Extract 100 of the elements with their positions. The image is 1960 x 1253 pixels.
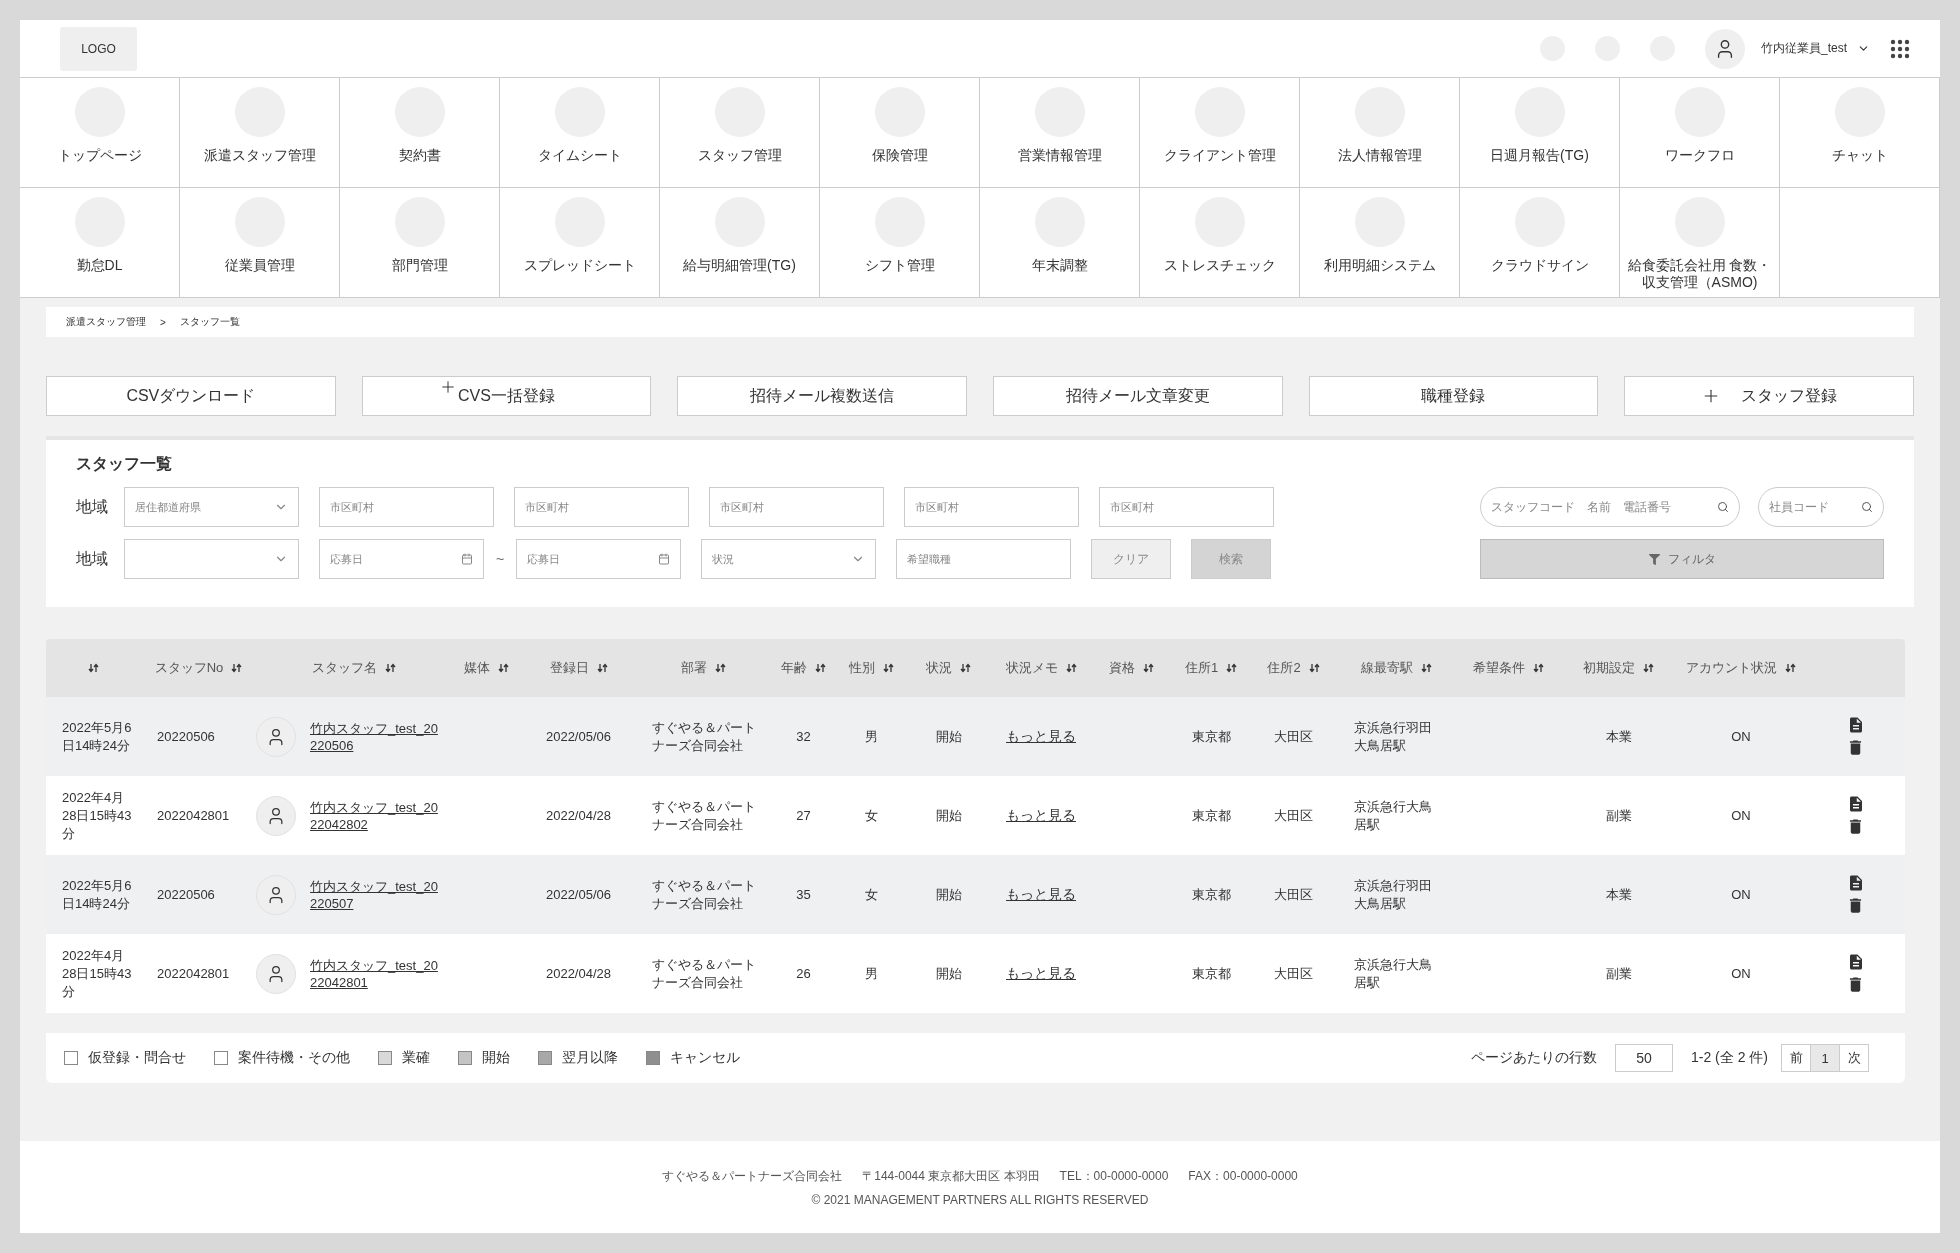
breadcrumb-item: スタッフ一覧 [179,315,240,329]
table-cell-text: 2022年5月6日14時24分 [61,718,133,755]
select-field[interactable]: 居住都道府県 [124,487,299,527]
sort-icon[interactable] [1533,663,1544,673]
nav-tile[interactable]: 勤怠DL [20,188,180,298]
select-field[interactable] [124,539,299,579]
table-cell-text: 開始 [934,964,963,983]
column-header: スタッフNo [154,659,224,677]
column-header: 状況 [926,659,952,677]
nav-tile[interactable]: チャット [1780,78,1940,188]
sort-icon[interactable] [1643,663,1654,673]
rows-per-page-label: ページあたりの行数 [1471,1049,1597,1067]
staff-name-link[interactable]: 竹内スタッフ_test_2022042802 [310,798,438,833]
staff-name-link[interactable]: 竹内スタッフ_test_20220507 [310,877,438,912]
sort-icon[interactable] [88,663,99,673]
action-button[interactable]: CVS一括登録 [361,376,652,416]
nav-tile[interactable]: 法人情報管理 [1300,78,1460,188]
legend-label: 翌月以降 [562,1049,618,1067]
nav-tile[interactable]: 契約書 [340,78,500,188]
sort-icon[interactable] [1065,663,1077,673]
sort-icon[interactable] [1142,663,1154,673]
more-link[interactable]: もっと見る [1006,885,1076,904]
page-range: 1-2 (全 2 件) [1691,1049,1768,1067]
more-link[interactable]: もっと見る [1006,806,1076,825]
apps-grid-icon[interactable] [1890,38,1910,59]
table-cell-text: 大田区 [1273,727,1314,746]
avatar [256,874,296,915]
nav-tile[interactable]: 営業情報管理 [980,78,1140,188]
nav-tile[interactable]: 従業員管理 [180,188,340,298]
rows-per-page-field[interactable]: 50 [1615,1044,1673,1072]
input-field[interactable]: 市区町村 [319,487,494,527]
prev-page-button[interactable]: 前 [1781,1044,1811,1072]
column-header: 性別 [848,659,875,677]
nav-tile[interactable]: 年末調整 [980,188,1140,298]
calendar-icon [461,553,473,565]
filter-button[interactable]: フィルタ [1480,539,1884,579]
date-field[interactable]: 応募日 [516,539,682,579]
filter-icon [1648,553,1660,565]
sort-icon[interactable] [815,663,826,673]
nav-tile[interactable]: スプレッドシート [500,188,660,298]
column-header: 初期設定 [1583,659,1635,677]
sort-icon[interactable] [384,663,396,673]
nav-tile[interactable]: スタッフ管理 [660,78,820,188]
sort-icon[interactable] [596,663,608,673]
nav-tile[interactable]: トップページ [20,78,180,188]
table-cell-text: 2022年5月6日14時24分 [61,876,133,913]
nav-tile[interactable]: 日週月報告(TG) [1460,78,1620,188]
sort-icon[interactable] [1420,663,1432,673]
sort-icon[interactable] [1226,663,1238,673]
action-button[interactable]: CSVダウンロード [46,376,336,416]
date-field[interactable]: 応募日 [319,539,484,579]
action-button[interactable]: 招待メール複数送信 [677,376,967,416]
page-button[interactable]: 1 [1810,1044,1840,1072]
sort-icon[interactable] [960,663,971,673]
filter-label: 地域 [76,496,109,517]
more-link[interactable]: もっと見る [1006,727,1076,746]
table-cell-text: 開始 [934,727,963,746]
nav-tile[interactable]: 派遣スタッフ管理 [180,78,340,188]
sort-icon[interactable] [497,663,509,673]
nav-tile[interactable]: タイムシート [500,78,660,188]
nav-tile[interactable]: 給食委託会社用 食数・収支管理（ASMO) [1620,188,1780,298]
user-name[interactable]: 竹内従業員_test [1761,40,1847,57]
legend-label: 仮登録・問合せ [88,1049,186,1067]
input-field[interactable]: 市区町村 [1099,487,1274,527]
column-header: 部署 [681,659,707,677]
sort-icon[interactable] [1308,663,1320,673]
input-field[interactable]: 市区町村 [904,487,1079,527]
action-button[interactable]: 職種登録 [1308,376,1599,416]
sort-icon[interactable] [1785,663,1796,673]
legend-label: キャンセル [670,1049,740,1067]
user-avatar[interactable] [1705,28,1745,69]
nav-tile[interactable]: ストレスチェック [1140,188,1300,298]
action-button[interactable]: スタッフ登録 [1624,376,1914,416]
column-header: 線最寄駅 [1360,659,1413,677]
nav-tile[interactable]: 保険管理 [820,78,980,188]
table-cell-text: 26 [795,964,812,983]
next-page-button[interactable]: 次 [1839,1044,1869,1072]
input-field[interactable]: 市区町村 [514,487,689,527]
breadcrumb-item[interactable]: 派遣スタッフ管理 [66,315,146,329]
nav-tile[interactable]: 給与明細管理(TG) [660,188,820,298]
nav-tile[interactable]: シフト管理 [820,188,980,298]
select-field[interactable]: 状況 [701,539,877,579]
nav-tile[interactable]: 部門管理 [340,188,500,298]
nav-tile[interactable]: クラウドサイン [1460,188,1620,298]
table-cell-text: 2022042801 [156,964,231,983]
nav-tile[interactable]: 利用明細システム [1300,188,1460,298]
sort-icon[interactable] [882,663,894,673]
action-button[interactable]: 招待メール文章変更 [993,376,1283,416]
input-field[interactable]: 希望職種 [896,539,1072,579]
staff-name-link[interactable]: 竹内スタッフ_test_2022042801 [310,956,438,991]
input-field[interactable]: 市区町村 [709,487,884,527]
more-link[interactable]: もっと見る [1006,964,1076,983]
table-cell-text: ON [1730,885,1752,904]
sort-icon[interactable] [715,663,726,673]
section-title: スタッフ一覧 [76,454,173,474]
staff-name-link[interactable]: 竹内スタッフ_test_20220506 [310,719,438,754]
nav-tile[interactable]: クライアント管理 [1140,78,1300,188]
nav-tile[interactable]: ワークフロ [1620,78,1780,188]
logo[interactable]: LOGO [60,26,137,71]
sort-icon[interactable] [231,663,243,673]
